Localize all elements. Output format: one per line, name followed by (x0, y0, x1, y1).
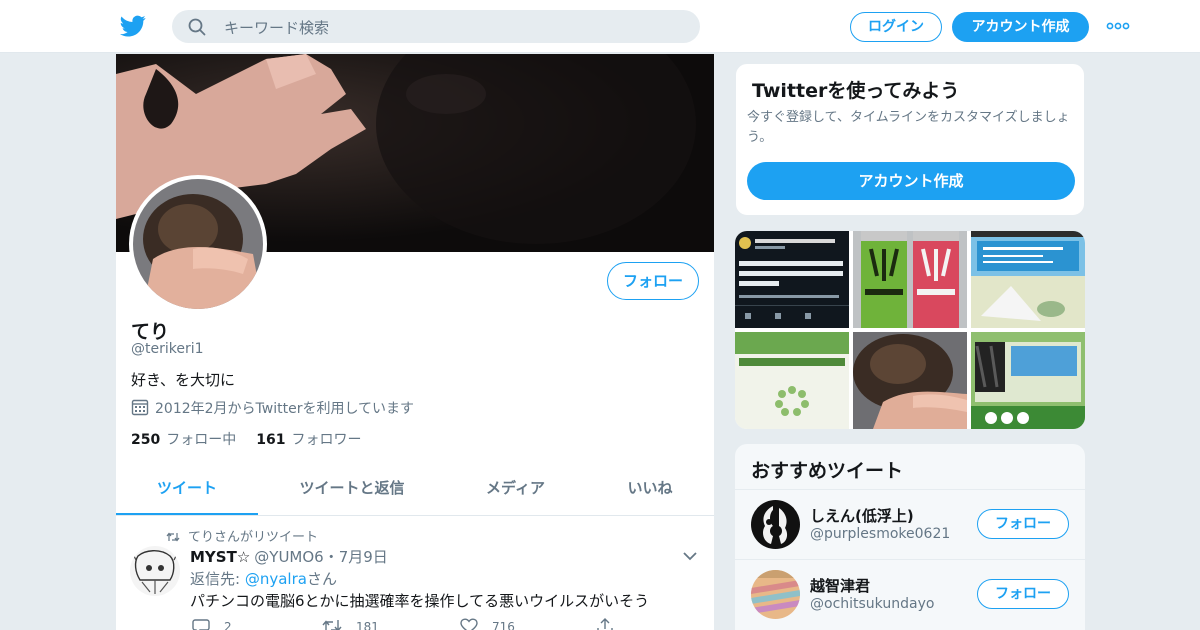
recommended-account-handle[interactable]: @purplesmoke0621 (810, 526, 950, 542)
following-label: フォロー中 (166, 432, 237, 448)
thumbnail-image (853, 332, 967, 429)
retweet-count: 181 (356, 620, 379, 630)
reply-prefix: 返信先: (190, 570, 245, 588)
share-icon (597, 618, 613, 630)
chevron-down-icon[interactable] (682, 551, 698, 561)
tweet-reply-to: 返信先: @nyalraさん (190, 568, 337, 589)
media-thumbnail-game-stage[interactable] (971, 332, 1085, 429)
profile-bio: 好き、を大切に (131, 371, 235, 389)
followers-stat[interactable]: 161 フォロワー (256, 432, 361, 448)
recommended-tweets-card: おすすめツイート しえん(低浮上) @purplesmoke0621 フォロー (735, 444, 1085, 630)
joined-text: 2012年2月からTwitterを利用しています (155, 401, 415, 417)
reply-count: 2 (224, 620, 232, 630)
tab-media[interactable]: メディア (448, 461, 583, 516)
active-tab-indicator (116, 513, 258, 515)
search-bar[interactable] (172, 10, 700, 45)
like-count: 716 (492, 620, 515, 630)
recommended-account-name[interactable]: 越智津君 (810, 575, 870, 596)
heart-icon (460, 618, 478, 630)
reply-icon (192, 619, 210, 630)
follow-button[interactable]: フォロー (607, 262, 699, 300)
more-dots-icon[interactable] (1106, 19, 1130, 33)
tweet-header: MYST☆ @YUMO6・7月9日 (190, 546, 388, 567)
thumbnail-image (971, 231, 1085, 328)
tweet-actions: 2 181 716 (190, 618, 670, 630)
media-thumbnail-game-screen[interactable] (971, 231, 1085, 328)
recommended-account-avatar[interactable] (751, 500, 800, 549)
tweet-text: パチンコの電脳6とかに抽選確率を操作してる悪いウイルスがいそう (190, 592, 650, 610)
media-thumbnail-grid (735, 231, 1085, 429)
profile-avatar[interactable] (129, 175, 267, 313)
media-thumbnail-energy-cans[interactable] (853, 231, 967, 328)
signup-card-title: Twitterを使ってみよう (752, 80, 960, 102)
signup-card-description: 今すぐ登録して、タイムラインをカスタマイズしましょう。 (747, 110, 1070, 145)
twitter-bird-icon[interactable] (120, 13, 146, 39)
profile-tabs: ツイート ツイートと返信 メディア いいね (116, 461, 714, 516)
thumbnail-image (735, 231, 849, 328)
calendar-icon (131, 399, 149, 416)
followers-label: フォロワー (291, 432, 362, 448)
recommended-account[interactable]: しえん(低浮上) @purplesmoke0621 フォロー (735, 490, 1085, 559)
recommended-title: おすすめツイート (751, 460, 904, 482)
following-count: 250 (131, 432, 161, 448)
media-thumbnail-cat-in-hand[interactable] (853, 332, 967, 429)
media-thumbnail-loading-screen[interactable] (735, 332, 849, 429)
recommended-account-name[interactable]: しえん(低浮上) (810, 505, 914, 526)
retweet-icon (322, 620, 342, 630)
search-input[interactable] (222, 10, 686, 45)
tweet-avatar-drawing (130, 546, 180, 596)
recommended-account-avatar[interactable] (751, 570, 800, 619)
media-thumbnail-tweet-screenshot[interactable] (735, 231, 849, 328)
retweet-action[interactable]: 181 (322, 618, 379, 630)
avatar-drawing (751, 570, 800, 619)
tweet-date[interactable]: ・7月9日 (324, 548, 388, 566)
tweet-author-name[interactable]: MYST☆ (190, 548, 250, 566)
recommended-account-handle[interactable]: @ochitsukundayo (810, 596, 934, 612)
profile-name: てり (131, 321, 170, 343)
like-action[interactable]: 716 (460, 618, 515, 630)
profile-handle[interactable]: @terikeri1 (131, 341, 204, 357)
signup-card: Twitterを使ってみよう 今すぐ登録して、タイムラインをカスタマイズしましょ… (735, 63, 1085, 216)
reply-suffix: さん (306, 570, 337, 588)
signup-card-button[interactable]: アカウント作成 (747, 162, 1075, 200)
followers-count: 161 (256, 432, 286, 448)
recommended-follow-button[interactable]: フォロー (977, 509, 1069, 539)
avatar-drawing (751, 500, 800, 549)
tab-tweets[interactable]: ツイート (116, 461, 258, 516)
login-button[interactable]: ログイン (850, 12, 942, 42)
thumbnail-image (853, 231, 967, 328)
profile-column: フォロー てり @terikeri1 好き、を大切に 2012年2月からTwit… (116, 54, 714, 630)
search-icon (188, 18, 206, 36)
retweet-context: てりさんがリツイート (166, 526, 318, 545)
profile-stats: 250 フォロー中 161 フォロワー (131, 429, 361, 449)
tweet-author-avatar[interactable] (130, 546, 180, 596)
tweet-author-handle[interactable]: @YUMO6 (254, 548, 323, 566)
retweet-context-text: てりさんがリツイート (188, 530, 319, 545)
tweet[interactable]: てりさんがリツイート MYST☆ @YUMO6・7月9日 返信先: @nyalra… (116, 517, 714, 630)
profile-joined-date: 2012年2月からTwitterを利用しています (131, 398, 414, 418)
avatar-photo (133, 179, 263, 309)
thumbnail-image (971, 332, 1085, 429)
share-action[interactable] (596, 618, 628, 630)
recommended-account[interactable]: 越智津君 @ochitsukundayo フォロー (735, 560, 1085, 629)
signup-button[interactable]: アカウント作成 (952, 12, 1089, 42)
following-stat[interactable]: 250 フォロー中 (131, 432, 236, 448)
top-navigation-bar: ログイン アカウント作成 (0, 0, 1200, 53)
retweet-icon (166, 532, 180, 542)
thumbnail-image (735, 332, 849, 429)
reply-action[interactable]: 2 (192, 618, 232, 630)
tab-likes[interactable]: いいね (600, 461, 700, 516)
reply-mention-link[interactable]: @nyalra (245, 570, 307, 588)
tab-tweets-and-replies[interactable]: ツイートと返信 (280, 461, 424, 516)
recommended-follow-button[interactable]: フォロー (977, 579, 1069, 609)
